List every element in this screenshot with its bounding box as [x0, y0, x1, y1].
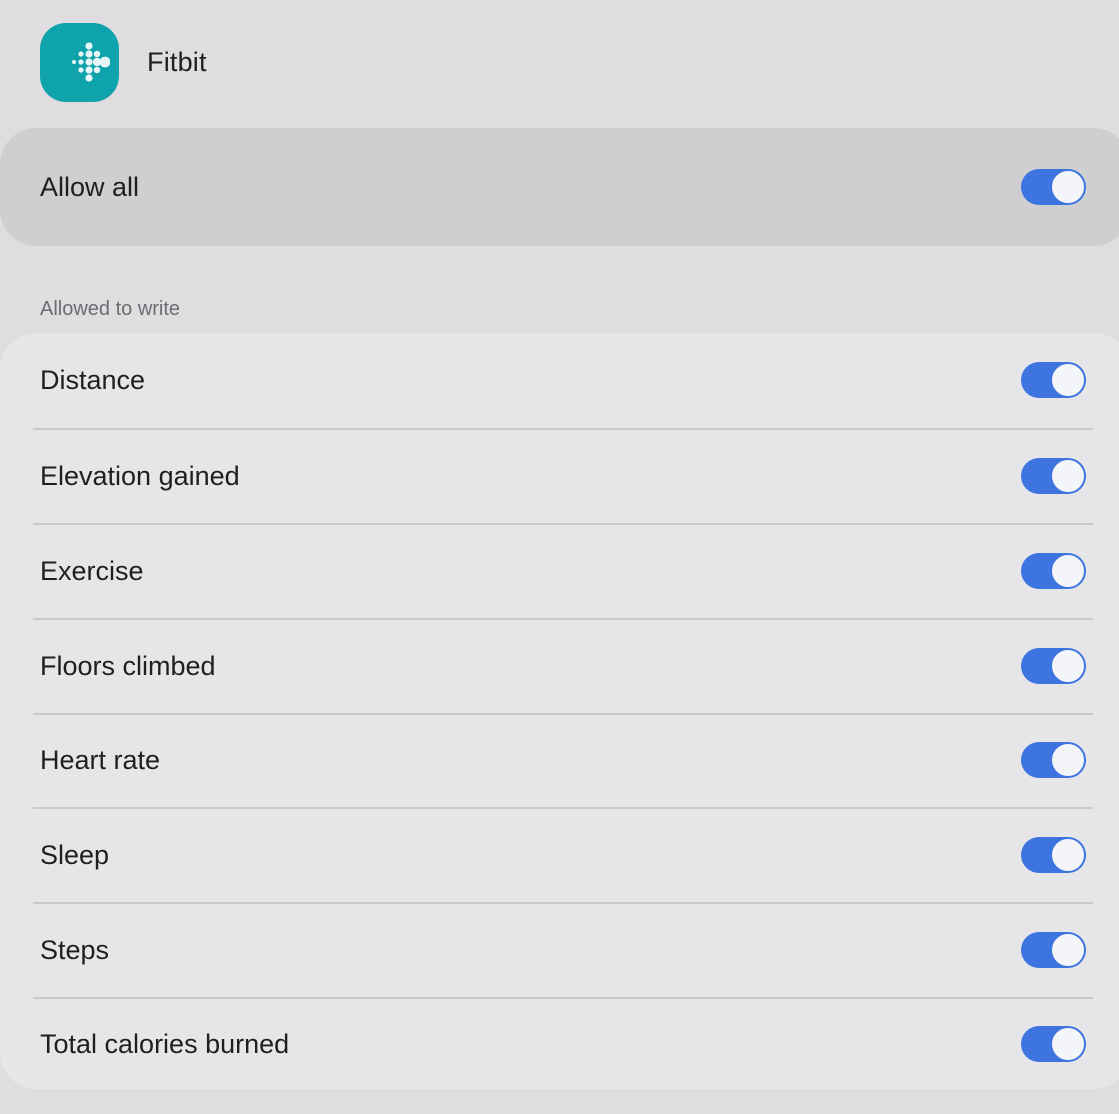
permission-row-sleep[interactable]: Sleep [0, 808, 1119, 902]
app-header: Fitbit [40, 22, 207, 102]
permissions-list: Distance Elevation gained Exercise Floor… [0, 333, 1119, 1089]
permission-label: Total calories burned [40, 1028, 290, 1059]
permission-label: Floors climbed [40, 650, 216, 681]
toggle-knob [1051, 170, 1085, 204]
permission-label: Exercise [40, 555, 144, 586]
permission-label: Elevation gained [40, 460, 240, 491]
elevation-gained-toggle[interactable] [1021, 458, 1086, 494]
total-calories-burned-toggle[interactable] [1021, 1026, 1086, 1062]
app-name: Fitbit [147, 46, 207, 77]
distance-toggle[interactable] [1021, 362, 1086, 398]
section-header: Allowed to write [40, 298, 181, 320]
toggle-knob [1051, 459, 1085, 493]
sleep-toggle[interactable] [1021, 837, 1086, 873]
permission-row-distance[interactable]: Distance [0, 333, 1119, 427]
permission-row-total-calories-burned[interactable]: Total calories burned [0, 997, 1119, 1091]
toggle-knob [1051, 1027, 1085, 1061]
permission-label: Heart rate [40, 744, 161, 775]
allow-all-label: Allow all [40, 171, 140, 202]
permission-row-elevation-gained[interactable]: Elevation gained [0, 429, 1119, 523]
toggle-knob [1051, 554, 1085, 588]
permission-label: Steps [40, 934, 110, 965]
heart-rate-toggle[interactable] [1021, 742, 1086, 778]
steps-toggle[interactable] [1021, 932, 1086, 968]
fitbit-logo-icon [40, 22, 119, 102]
toggle-knob [1051, 933, 1085, 967]
allow-all-toggle[interactable] [1021, 169, 1086, 205]
permission-label: Sleep [40, 839, 110, 870]
toggle-knob [1051, 363, 1085, 397]
exercise-toggle[interactable] [1021, 553, 1086, 589]
toggle-knob [1051, 838, 1085, 872]
permission-row-exercise[interactable]: Exercise [0, 524, 1119, 618]
toggle-knob [1051, 743, 1085, 777]
permission-row-heart-rate[interactable]: Heart rate [0, 713, 1119, 807]
permission-row-steps[interactable]: Steps [0, 903, 1119, 997]
permission-label: Distance [40, 364, 146, 395]
toggle-knob [1051, 649, 1085, 683]
allow-all-row[interactable]: Allow all [0, 128, 1119, 246]
permission-row-floors-climbed[interactable]: Floors climbed [0, 619, 1119, 713]
floors-climbed-toggle[interactable] [1021, 648, 1086, 684]
